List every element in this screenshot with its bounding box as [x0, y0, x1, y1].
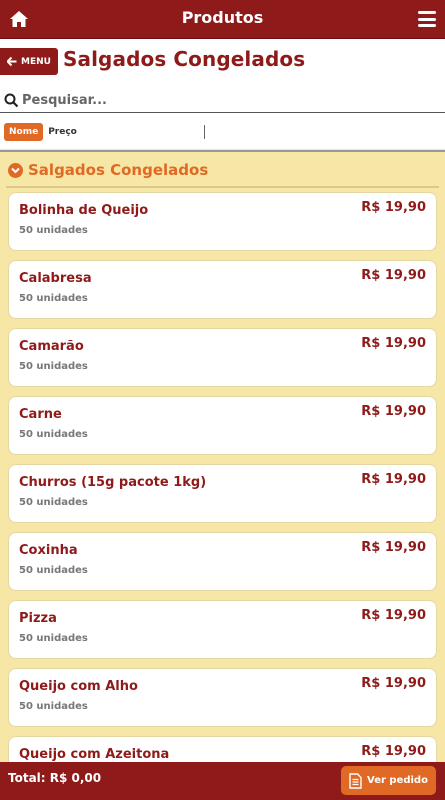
- product-list: Bolinha de Queijo 50 unidades R$ 19,90 C…: [8, 192, 437, 762]
- menu-button-label: MENU: [21, 56, 51, 67]
- arrow-left-icon: [7, 57, 17, 66]
- product-name: Queijo com Alho: [19, 679, 138, 694]
- product-price: R$ 19,90: [361, 472, 426, 487]
- product-item[interactable]: Queijo com Azeitona R$ 19,90: [8, 736, 437, 762]
- product-list-area[interactable]: Salgados Congelados Bolinha de Queijo 50…: [0, 152, 445, 762]
- product-quantity: 50 unidades: [19, 701, 88, 712]
- top-bar: Produtos: [0, 0, 445, 39]
- product-price: R$ 19,90: [361, 200, 426, 215]
- order-total: Total: R$ 0,00: [8, 771, 102, 785]
- product-name: Pizza: [19, 611, 57, 626]
- menu-back-button[interactable]: MENU: [0, 48, 58, 75]
- product-name: Queijo com Azeitona: [19, 747, 170, 762]
- product-item[interactable]: Churros (15g pacote 1kg) 50 unidades R$ …: [8, 464, 437, 523]
- category-title: Salgados Congelados: [28, 161, 209, 179]
- product-name: Bolinha de Queijo: [19, 203, 149, 218]
- app-title: Produtos: [181, 8, 264, 27]
- document-icon: [349, 772, 362, 789]
- search-bar: [0, 88, 445, 113]
- product-quantity: 50 unidades: [19, 225, 88, 236]
- product-name: Churros (15g pacote 1kg): [19, 475, 207, 490]
- product-quantity: 50 unidades: [19, 429, 88, 440]
- product-item[interactable]: Coxinha 50 unidades R$ 19,90: [8, 532, 437, 591]
- product-quantity: 50 unidades: [19, 565, 88, 576]
- product-item[interactable]: Carne 50 unidades R$ 19,90: [8, 396, 437, 455]
- product-price: R$ 19,90: [361, 744, 426, 759]
- page-title: Salgados Congelados: [63, 47, 306, 71]
- bottom-bar: Total: R$ 0,00 Ver pedido: [0, 762, 445, 800]
- product-item[interactable]: Queijo com Alho 50 unidades R$ 19,90: [8, 668, 437, 727]
- view-order-button[interactable]: Ver pedido: [341, 766, 436, 795]
- product-name: Camarão: [19, 339, 84, 354]
- divider: [204, 125, 205, 139]
- product-item[interactable]: Pizza 50 unidades R$ 19,90: [8, 600, 437, 659]
- product-quantity: 50 unidades: [19, 293, 88, 304]
- search-input[interactable]: [22, 92, 402, 108]
- product-name: Calabresa: [19, 271, 92, 286]
- product-quantity: 50 unidades: [19, 497, 88, 508]
- product-quantity: 50 unidades: [19, 633, 88, 644]
- sort-by-name-button[interactable]: Nome: [4, 123, 44, 141]
- product-price: R$ 19,90: [361, 608, 426, 623]
- hamburger-icon[interactable]: [418, 11, 436, 27]
- product-price: R$ 19,90: [361, 676, 426, 691]
- product-item[interactable]: Bolinha de Queijo 50 unidades R$ 19,90: [8, 192, 437, 251]
- product-price: R$ 19,90: [361, 540, 426, 555]
- product-price: R$ 19,90: [361, 404, 426, 419]
- search-icon: [4, 93, 19, 107]
- product-item[interactable]: Calabresa 50 unidades R$ 19,90: [8, 260, 437, 319]
- product-item[interactable]: Camarão 50 unidades R$ 19,90: [8, 328, 437, 387]
- view-order-label: Ver pedido: [367, 775, 428, 786]
- sort-by-price-button[interactable]: Preço: [48, 127, 77, 137]
- product-name: Coxinha: [19, 543, 78, 558]
- product-name: Carne: [19, 407, 62, 422]
- divider: [6, 186, 439, 188]
- category-header[interactable]: Salgados Congelados: [8, 161, 208, 179]
- page-header: MENU Salgados Congelados Nome Preço: [0, 39, 445, 152]
- product-price: R$ 19,90: [361, 336, 426, 351]
- product-quantity: 50 unidades: [19, 361, 88, 372]
- chevron-down-icon: [8, 162, 23, 178]
- product-price: R$ 19,90: [361, 268, 426, 283]
- sort-bar: Nome Preço: [0, 121, 445, 143]
